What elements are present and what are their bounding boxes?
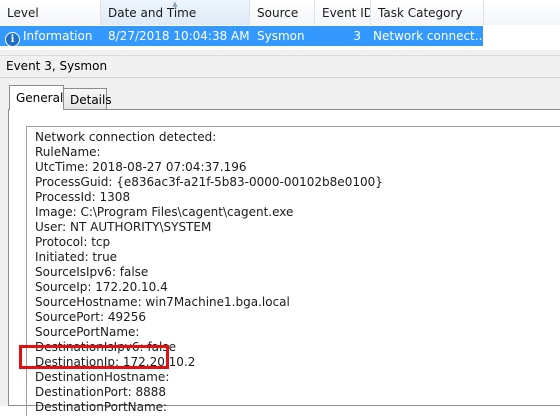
column-header-filler <box>484 0 560 25</box>
detail-line: DestinationPort: 8888 <box>35 385 167 399</box>
detail-line: DestinationHostname: <box>35 370 170 384</box>
event-title: Event 3, Sysmon <box>0 56 560 78</box>
detail-line: DestinationPortName: <box>35 400 168 414</box>
column-header-date-and-time[interactable]: ▲ Date and Time <box>101 0 250 25</box>
tab-general[interactable]: General <box>9 85 64 110</box>
event-id: 3 <box>353 29 361 43</box>
detail-line: Initiated: true <box>35 250 118 264</box>
event-date-time: 8/27/2018 10:04:38 AM <box>108 29 250 43</box>
sort-arrow-icon: ▲ <box>172 0 178 8</box>
detail-line: SourceIp: 172.20.10.4 <box>35 280 168 294</box>
column-header-level[interactable]: Level <box>0 0 101 25</box>
detail-line: SourcePort: 49256 <box>35 310 147 324</box>
detail-line: Image: C:\Program Files\cagent\cagent.ex… <box>35 205 294 219</box>
column-header-event-id[interactable]: Event ID <box>315 0 371 25</box>
event-row-selected[interactable]: i Information 8/27/2018 10:04:38 AM Sysmo… <box>0 26 483 46</box>
detail-line: UtcTime: 2018-08-27 07:04:37.196 <box>35 160 247 174</box>
event-list-header: Level ▲ Date and Time Source Event ID Ta… <box>0 0 560 25</box>
tab-details[interactable]: Details <box>63 88 112 110</box>
detail-line: SourceIsIpv6: false <box>35 265 149 279</box>
detail-line: SourceHostname: win7Machine1.bga.local <box>35 295 290 309</box>
event-description[interactable]: Network connection detected: RuleName: U… <box>26 126 560 416</box>
detail-line: ProcessId: 1308 <box>35 190 131 204</box>
event-level-cell: i Information <box>0 26 101 46</box>
event-list: Level ▲ Date and Time Source Event ID Ta… <box>0 0 560 50</box>
event-task-category: Network connect... <box>373 29 483 43</box>
column-header-source[interactable]: Source <box>250 0 315 25</box>
column-header-task-category[interactable]: Task Category <box>371 0 484 25</box>
detail-line: Network connection detected: <box>35 130 217 144</box>
column-header-date-label: Date and Time <box>108 6 197 20</box>
detail-line: SourcePortName: <box>35 325 140 339</box>
detail-line: User: NT AUTHORITY\SYSTEM <box>35 220 212 234</box>
info-icon: i <box>5 32 20 46</box>
detail-line: ProcessGuid: {e836ac3f-a21f-5b83-0000-00… <box>35 175 383 189</box>
event-level: Information <box>23 29 93 43</box>
detail-line: RuleName: <box>35 145 101 159</box>
event-source: Sysmon <box>257 29 305 43</box>
detail-line: Protocol: tcp <box>35 235 111 249</box>
destination-ip-highlight-box <box>19 345 169 369</box>
